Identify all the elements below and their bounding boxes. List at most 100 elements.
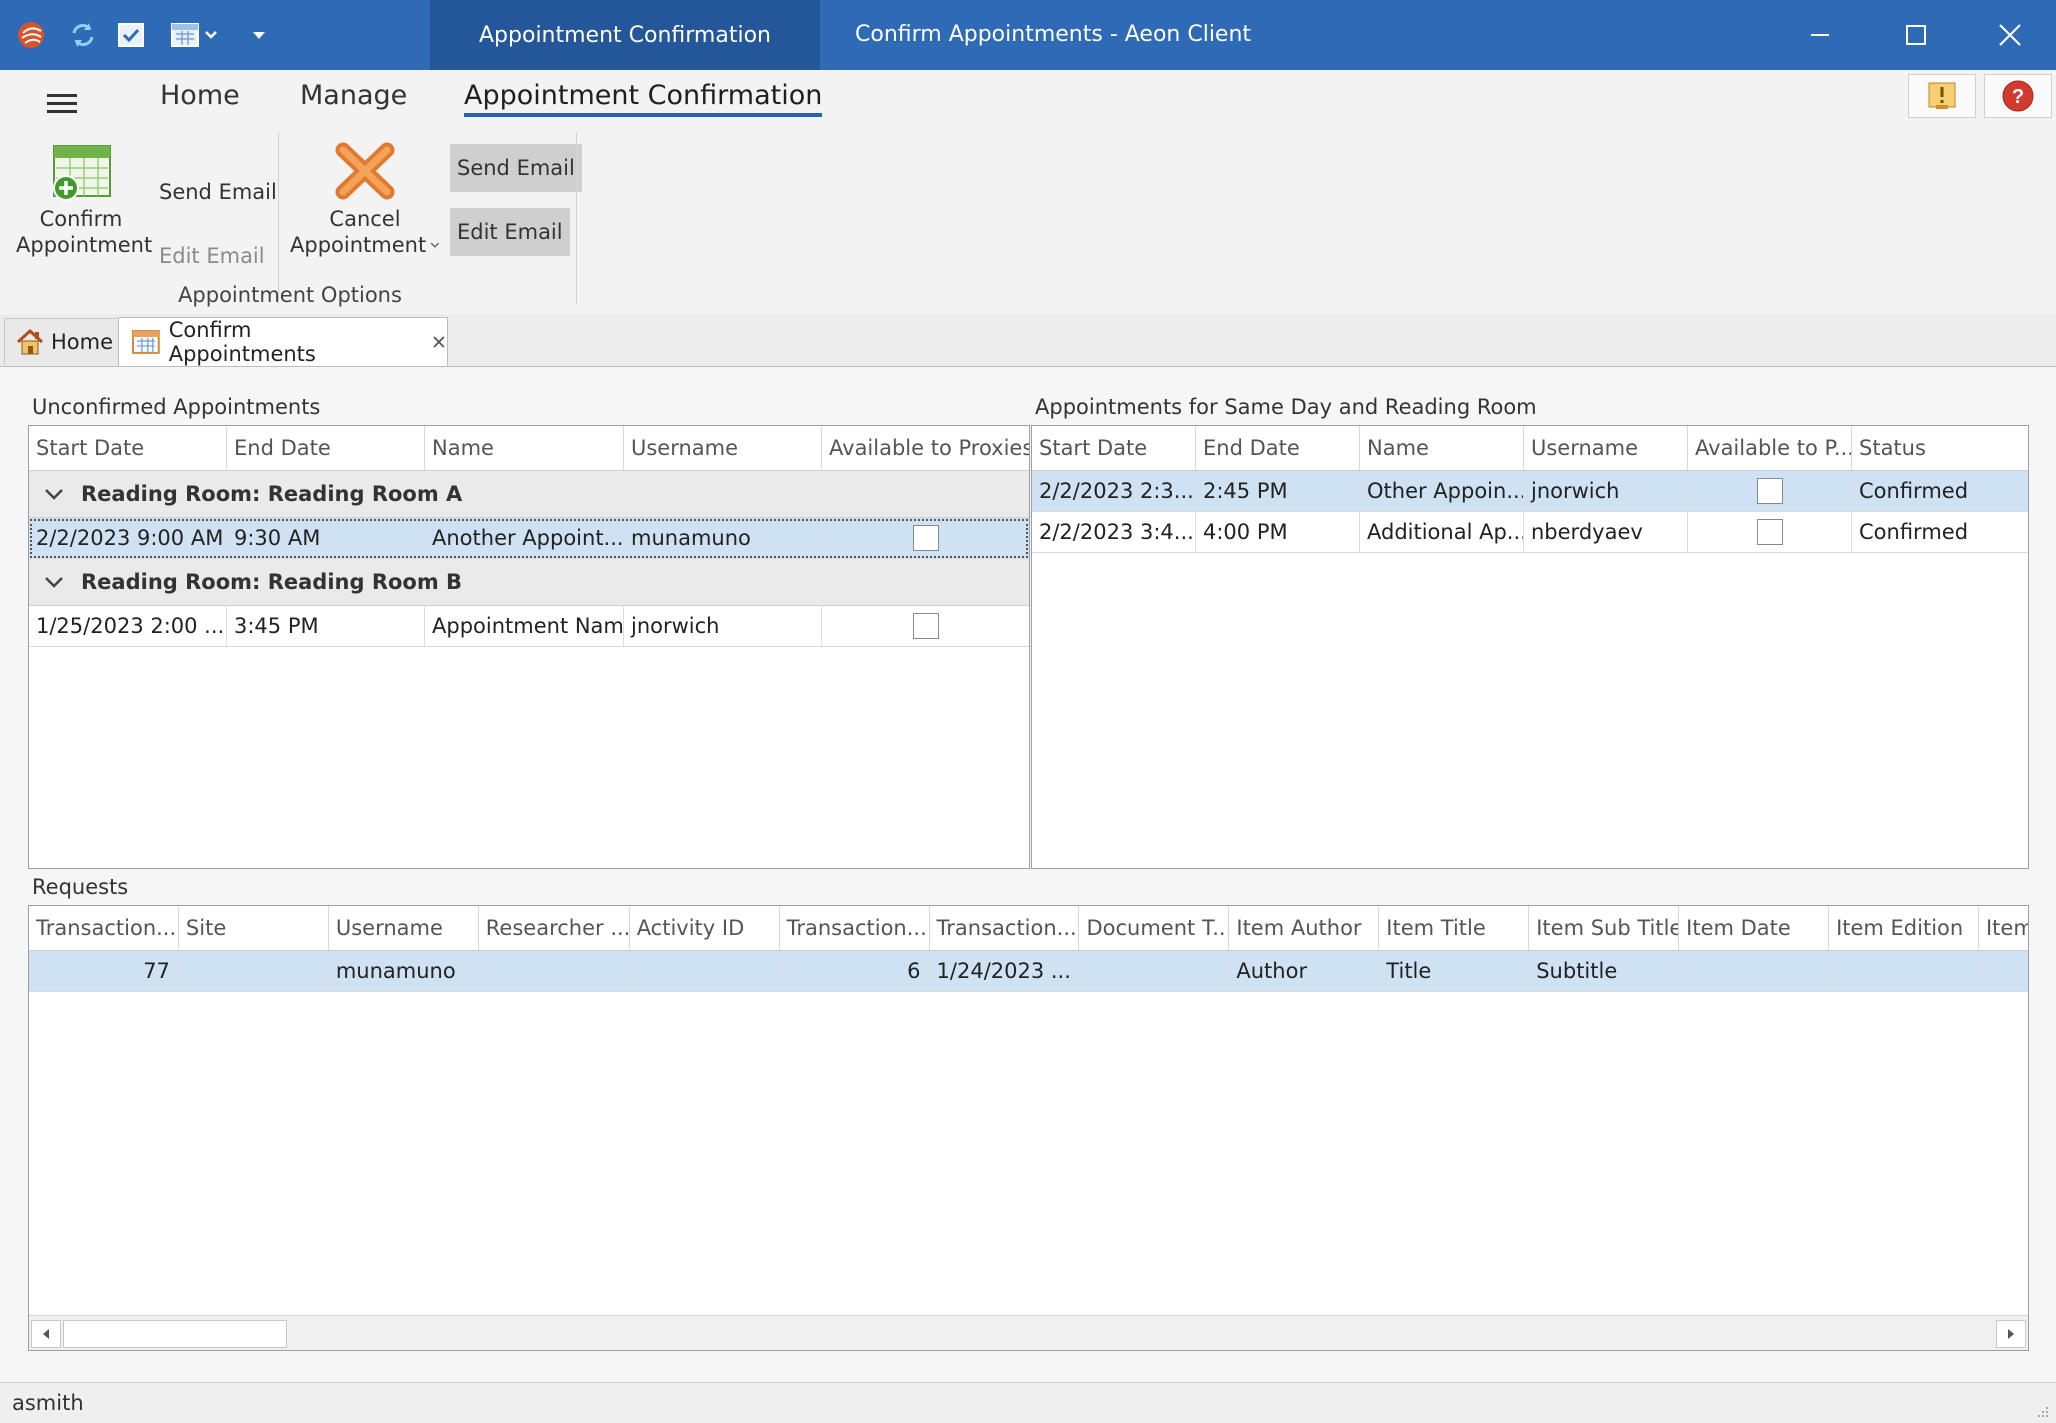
doc-tab-confirm-appointments[interactable]: Confirm Appointments [118,317,448,366]
column-header[interactable]: Transaction... [930,906,1080,950]
edit-email-button[interactable]: Edit Email [152,232,272,280]
cell-proxies [1688,471,1852,511]
aeon-logo-icon[interactable] [14,18,48,52]
refresh-icon[interactable] [66,18,100,52]
column-header[interactable]: Item Title [1379,906,1529,950]
notification-icon[interactable] [1908,74,1976,118]
scrollbar-thumb[interactable] [63,1320,287,1348]
column-header[interactable]: Item Author [1229,906,1379,950]
sameday-grid[interactable]: Start Date End Date Name Username Availa… [1031,425,2029,869]
ribbon-separator [576,132,577,304]
close-tab-icon[interactable] [431,334,447,350]
sameday-title: Appointments for Same Day and Reading Ro… [1035,395,1537,419]
column-header[interactable]: Start Date [29,426,227,470]
cell-name: Appointment Name [425,606,624,646]
calendar-dropdown-icon[interactable] [164,18,224,52]
title-bar: Appointment Confirmation Confirm Appoint… [0,0,2056,70]
resize-grip-icon[interactable] [2034,1403,2050,1419]
content-area: Unconfirmed Appointments Start Date End … [0,366,2056,1383]
column-header[interactable]: Start Date [1032,426,1196,470]
table-row[interactable]: 2/2/2023 3:4... 4:00 PM Additional Ap...… [1032,512,2028,553]
cell-item-edition [1829,951,1979,991]
confirm-appointment-button[interactable]: Confirm Appointment [16,142,146,258]
group-row-reading-room-b[interactable]: Reading Room: Reading Room B [29,559,1029,606]
send-email-button[interactable]: Send Email [152,168,284,216]
group-row-reading-room-a[interactable]: Reading Room: Reading Room A [29,471,1029,518]
proxies-checkbox[interactable] [1757,478,1783,504]
tab-manage[interactable]: Manage [300,80,407,111]
column-header[interactable]: Transaction... [780,906,930,950]
cell-status: Confirmed [1852,512,2028,552]
proxies-checkbox[interactable] [913,525,939,551]
column-header[interactable]: Username [624,426,822,470]
cell-name: Additional Ap... [1360,512,1524,552]
cell-item-date [1679,951,1829,991]
column-header[interactable]: Available to Proxies [822,426,1029,470]
column-header[interactable]: End Date [1196,426,1360,470]
cell-name: Another Appoint... [425,518,624,558]
column-header[interactable]: Username [1524,426,1688,470]
send-email-button-2[interactable]: Send Email [450,144,582,192]
cell-item [1979,951,2029,991]
requests-grid[interactable]: Transaction... Site Username Researcher … [28,905,2029,1351]
checklist-icon[interactable] [114,18,148,52]
cancel-label-line2: Appointment [290,232,426,258]
grid-header: Start Date End Date Name Username Availa… [1032,426,2028,471]
help-icon[interactable]: ? [1984,74,2052,118]
chevron-down-icon[interactable] [242,18,276,52]
column-header[interactable]: Status [1852,426,2028,470]
edit-email-button-2[interactable]: Edit Email [450,208,570,256]
column-header[interactable]: Item [1979,906,2029,950]
column-header[interactable]: Item Date [1679,906,1829,950]
svg-text:?: ? [2012,86,2024,108]
close-button[interactable] [1964,0,2056,70]
column-header[interactable]: Activity ID [630,906,780,950]
scroll-left-icon[interactable] [31,1320,61,1348]
cell-researcher [479,951,630,991]
minimize-button[interactable] [1772,0,1868,70]
group-label: Reading Room: Reading Room B [81,570,462,594]
column-header[interactable]: Name [425,426,624,470]
column-header[interactable]: Item Sub Title [1529,906,1679,950]
cell-end: 2:45 PM [1196,471,1360,511]
chevron-down-icon[interactable] [430,239,440,251]
confirm-label-line2: Appointment [16,232,146,258]
cell-document-type [1079,951,1229,991]
doc-tab-home-label: Home [51,330,113,354]
table-row[interactable]: 1/25/2023 2:00 ... 3:45 PM Appointment N… [29,606,1029,647]
column-header[interactable]: Name [1360,426,1524,470]
cell-item-author: Author [1229,951,1379,991]
column-header[interactable]: Item Edition [1829,906,1979,950]
column-header[interactable]: Available to P... [1688,426,1852,470]
table-row[interactable]: 2/2/2023 2:3... 2:45 PM Other Appoin... … [1032,471,2028,512]
doc-tab-home[interactable]: Home [4,318,124,365]
table-row[interactable]: 2/2/2023 9:00 AM 9:30 AM Another Appoint… [29,518,1029,559]
cell-activity-id [630,951,780,991]
cell-transaction-number: 77 [29,951,179,991]
maximize-button[interactable] [1868,0,1964,70]
tab-home[interactable]: Home [160,80,240,111]
proxies-checkbox[interactable] [1757,519,1783,545]
cell-end: 9:30 AM [227,518,425,558]
table-row[interactable]: 77 munamuno 6 1/24/2023 ... Author Title… [29,951,2029,992]
cancel-appointment-button[interactable]: Cancel Appointment [290,140,440,258]
cell-item-subtitle: Subtitle [1529,951,1679,991]
column-header[interactable]: Document T... [1079,906,1229,950]
column-header[interactable]: Transaction... [29,906,179,950]
unconfirmed-grid[interactable]: Start Date End Date Name Username Availa… [28,425,1030,869]
column-header[interactable]: Username [329,906,479,950]
status-username: asmith [12,1391,84,1415]
hamburger-menu-icon[interactable] [47,94,77,114]
scroll-right-icon[interactable] [1996,1320,2026,1348]
cell-transaction-status: 6 [780,951,930,991]
column-header[interactable]: Researcher ... [479,906,630,950]
cancel-label-line1: Cancel [290,206,440,232]
proxies-checkbox[interactable] [913,613,939,639]
column-header[interactable]: Site [179,906,329,950]
column-header[interactable]: End Date [227,426,425,470]
chevron-down-icon[interactable] [41,486,67,502]
chevron-down-icon[interactable] [41,574,67,590]
tab-appointment-confirmation[interactable]: Appointment Confirmation [464,80,822,111]
cell-proxies [822,606,1029,646]
horizontal-scrollbar[interactable] [29,1315,2028,1350]
